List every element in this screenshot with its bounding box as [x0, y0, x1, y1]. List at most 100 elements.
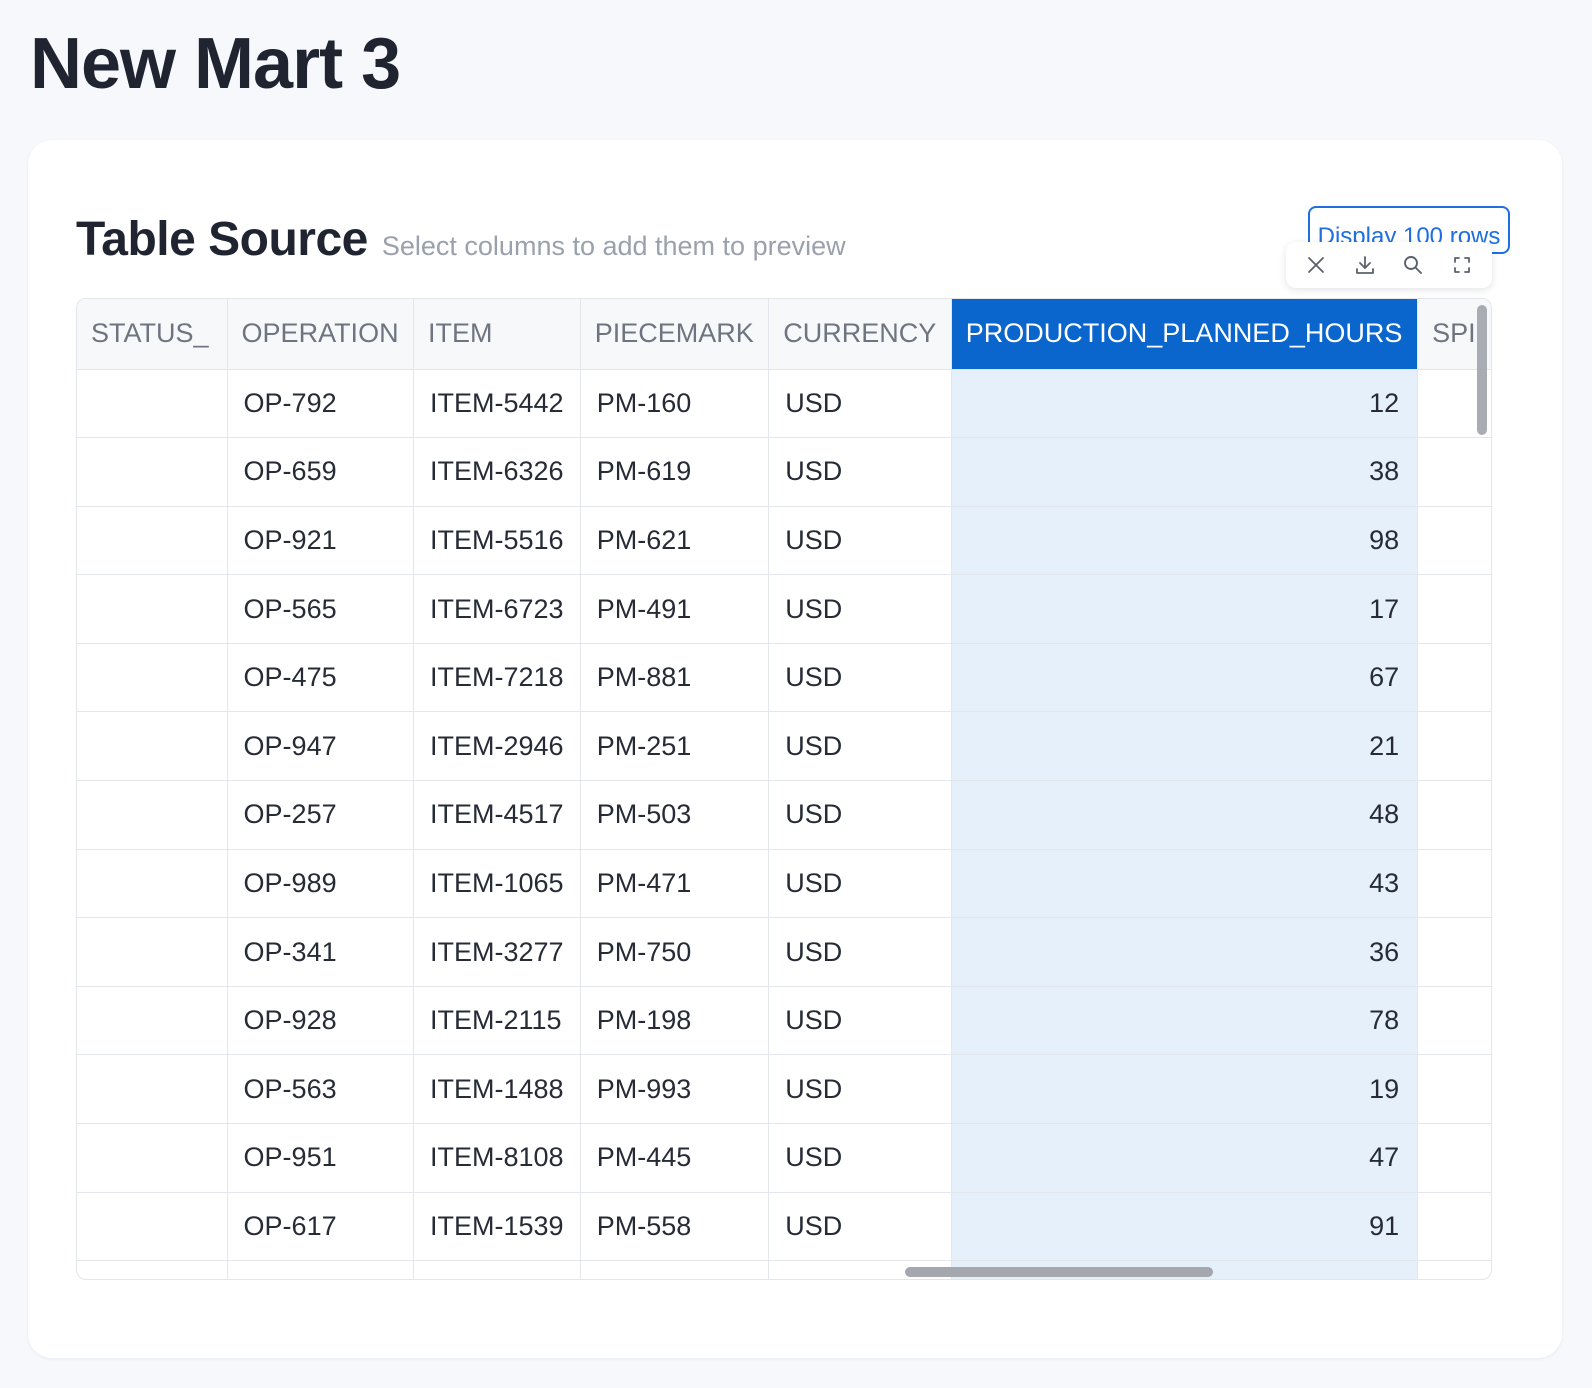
table-row[interactable]: OP-475 ITEM-7218 PM-881 USD 67	[77, 643, 1491, 713]
cell-spi	[1417, 1054, 1491, 1125]
table-row[interactable]: OP-951 ITEM-8108 PM-445 USD 47	[77, 1123, 1491, 1193]
cell-operation: OP-617	[227, 1192, 415, 1262]
cell-currency: USD	[768, 986, 952, 1056]
table-row[interactable]: OP-341 ITEM-3277 PM-750 USD 36	[77, 917, 1491, 987]
column-header-item[interactable]: ITEM	[413, 299, 581, 370]
cell-status	[77, 917, 228, 987]
cell-spi	[1417, 780, 1491, 850]
cell-production-planned-hours: 78	[951, 986, 1419, 1056]
cell-status	[77, 643, 228, 713]
cell-spi	[1417, 1260, 1491, 1279]
cell-production-planned-hours: 67	[951, 643, 1419, 713]
table-row[interactable]: OP-947 ITEM-2946 PM-251 USD 21	[77, 711, 1491, 782]
cell-production-planned-hours: 91	[951, 1192, 1419, 1262]
cell-item: ITEM-8108	[413, 1123, 581, 1193]
cell-piecemark: PM-198	[580, 986, 770, 1056]
cell-currency: USD	[768, 369, 952, 439]
cell-item: ITEM-6326	[413, 437, 581, 507]
cell-piecemark: PM-491	[580, 574, 770, 644]
cell-item: ITEM-7218	[413, 643, 581, 713]
cell-spi	[1417, 1123, 1491, 1193]
cell-production-planned-hours: 47	[951, 1123, 1419, 1193]
close-icon[interactable]	[1301, 250, 1331, 280]
cell-currency: USD	[768, 643, 952, 713]
cell-status	[77, 1123, 228, 1193]
cell-currency: USD	[768, 1054, 952, 1125]
cell-production-planned-hours: 17	[951, 574, 1419, 644]
download-icon[interactable]	[1350, 250, 1380, 280]
cell-status	[77, 574, 228, 644]
fullscreen-icon[interactable]	[1447, 250, 1477, 280]
cell-status	[77, 849, 228, 919]
table-row[interactable]: OP-257 ITEM-4517 PM-503 USD 48	[77, 780, 1491, 850]
card-header: Table Source Select columns to add them …	[76, 212, 846, 267]
cell-piecemark: PM-251	[580, 711, 770, 782]
cell-item: ITEM-3277	[413, 917, 581, 987]
cell-production-planned-hours: 36	[951, 917, 1419, 987]
cell-operation: OP-928	[227, 986, 415, 1056]
table-row[interactable]	[77, 1260, 1491, 1279]
cell-status	[77, 780, 228, 850]
cell-operation: OP-565	[227, 574, 415, 644]
cell-piecemark: PM-619	[580, 437, 770, 507]
table-toolbar	[1286, 242, 1492, 288]
table-row[interactable]: OP-792 ITEM-5442 PM-160 USD 12	[77, 369, 1491, 439]
cell-piecemark: PM-750	[580, 917, 770, 987]
data-table-container: _STATUS OPERATION ITEM PIECEMARK CURRENC…	[76, 298, 1492, 1280]
cell-piecemark: PM-445	[580, 1123, 770, 1193]
column-header-production-planned-hours[interactable]: PRODUCTION_PLANNED_HOURS	[951, 299, 1419, 370]
cell-currency: USD	[768, 437, 952, 507]
cell-item: ITEM-5516	[413, 506, 581, 576]
cell-operation: OP-921	[227, 506, 415, 576]
cell-piecemark: PM-993	[580, 1054, 770, 1125]
cell-currency: USD	[768, 849, 952, 919]
cell-production-planned-hours: 21	[951, 711, 1419, 782]
table-row[interactable]: OP-928 ITEM-2115 PM-198 USD 78	[77, 986, 1491, 1056]
cell-operation: OP-792	[227, 369, 415, 439]
table-row[interactable]: OP-563 ITEM-1488 PM-993 USD 19	[77, 1054, 1491, 1125]
column-header-status[interactable]: _STATUS	[77, 299, 228, 370]
cell-piecemark: PM-881	[580, 643, 770, 713]
table-row[interactable]: OP-659 ITEM-6326 PM-619 USD 38	[77, 437, 1491, 507]
cell-piecemark: PM-471	[580, 849, 770, 919]
cell-item: ITEM-4517	[413, 780, 581, 850]
cell-status	[77, 711, 228, 782]
horizontal-scrollbar[interactable]	[905, 1267, 1213, 1277]
cell-status	[77, 986, 228, 1056]
search-icon[interactable]	[1398, 250, 1428, 280]
cell-item: ITEM-2946	[413, 711, 581, 782]
cell-production-planned-hours: 12	[951, 369, 1419, 439]
cell-status	[77, 437, 228, 507]
cell-spi	[1417, 574, 1491, 644]
cell-item	[413, 1260, 581, 1279]
cell-spi	[1417, 643, 1491, 713]
cell-operation: OP-341	[227, 917, 415, 987]
cell-production-planned-hours: 48	[951, 780, 1419, 850]
cell-spi	[1417, 986, 1491, 1056]
cell-operation	[227, 1260, 415, 1279]
table-row[interactable]: OP-617 ITEM-1539 PM-558 USD 91	[77, 1192, 1491, 1262]
data-table: _STATUS OPERATION ITEM PIECEMARK CURRENC…	[77, 299, 1491, 1279]
cell-piecemark: PM-160	[580, 369, 770, 439]
table-row[interactable]: OP-989 ITEM-1065 PM-471 USD 43	[77, 849, 1491, 919]
cell-currency: USD	[768, 574, 952, 644]
cell-item: ITEM-1065	[413, 849, 581, 919]
cell-currency: USD	[768, 780, 952, 850]
table-row[interactable]: OP-921 ITEM-5516 PM-621 USD 98	[77, 506, 1491, 576]
column-header-currency[interactable]: CURRENCY	[768, 299, 952, 370]
cell-spi	[1417, 1192, 1491, 1262]
cell-currency: USD	[768, 506, 952, 576]
cell-piecemark: PM-503	[580, 780, 770, 850]
cell-operation: OP-563	[227, 1054, 415, 1125]
column-header-operation[interactable]: OPERATION	[227, 299, 415, 370]
cell-status	[77, 1260, 228, 1279]
cell-operation: OP-257	[227, 780, 415, 850]
table-row[interactable]: OP-565 ITEM-6723 PM-491 USD 17	[77, 574, 1491, 644]
column-header-piecemark[interactable]: PIECEMARK	[580, 299, 770, 370]
table-source-card: Table Source Select columns to add them …	[28, 140, 1562, 1358]
cell-piecemark: PM-621	[580, 506, 770, 576]
cell-status	[77, 1192, 228, 1262]
cell-item: ITEM-6723	[413, 574, 581, 644]
cell-spi	[1417, 849, 1491, 919]
vertical-scrollbar[interactable]	[1477, 305, 1487, 435]
